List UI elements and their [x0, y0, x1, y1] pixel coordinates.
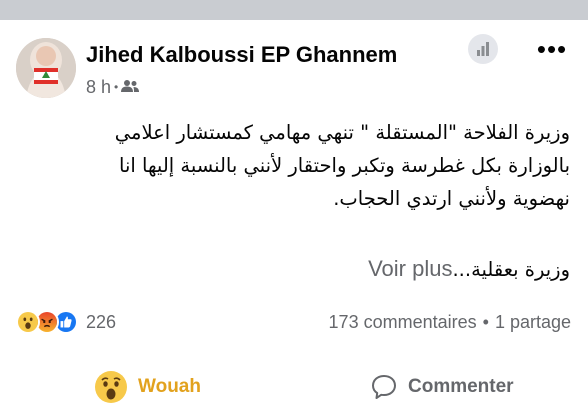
reaction-count: 226 [86, 311, 117, 332]
feed-divider [0, 0, 588, 20]
wow-icon [16, 310, 40, 334]
author-avatar[interactable] [16, 38, 76, 98]
reactions-summary[interactable]: 226 [16, 310, 116, 334]
post-meta: 8 h • [86, 76, 140, 98]
see-more-link[interactable]: Voir plus [368, 256, 452, 282]
insights-icon[interactable] [468, 34, 498, 64]
action-bar: Wouah Commenter [0, 362, 588, 410]
author-name[interactable]: Jihed Kalboussi EP Ghannem [86, 42, 397, 68]
comment-button[interactable]: Commenter [370, 369, 514, 405]
post-card: Jihed Kalboussi EP Ghannem 8 h • ••• وزي… [0, 20, 588, 414]
post-text-line: وزيرة الفلاحة "المستقلة " تنهي مهامي كمس… [114, 121, 570, 144]
avatar-image [16, 38, 76, 98]
friends-icon[interactable] [121, 77, 140, 98]
reaction-label: Wouah [138, 376, 201, 397]
counts-separator: • [482, 312, 489, 332]
comments-count[interactable]: 173 commentaires [329, 312, 477, 333]
reaction-button[interactable]: Wouah [94, 369, 201, 405]
post-text-line: وزيرة بعقلية... [452, 257, 570, 281]
post-text-line: بالوزارة بكل غطرسة وتكبر واحتقار لأنني ب… [119, 154, 570, 177]
shares-count[interactable]: 1 partage [495, 312, 571, 333]
post-text: وزيرة الفلاحة "المستقلة " تنهي مهامي كمس… [10, 116, 570, 215]
comment-label: Commenter [408, 376, 514, 397]
more-options-button[interactable]: ••• [530, 34, 574, 64]
post-time[interactable]: 8 h [86, 77, 111, 98]
comment-icon [372, 375, 396, 399]
engagement-counts: 173 commentaires • 1 partage [329, 312, 571, 333]
post-text-truncated: وزيرة بعقلية... Voir plus [358, 256, 570, 282]
meta-separator: • [114, 80, 119, 94]
post-text-line: نهضوية ولأنني ارتدي الحجاب. [333, 187, 570, 210]
wow-icon [95, 371, 127, 403]
